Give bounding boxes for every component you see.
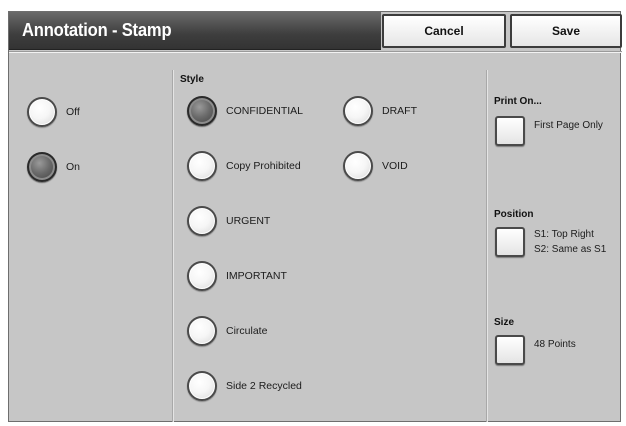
print-on-button[interactable] (495, 116, 525, 146)
style-heading: Style (180, 74, 204, 85)
save-button[interactable]: Save (510, 14, 622, 48)
style-option-copy-prohibited[interactable]: Copy Prohibited (187, 151, 301, 181)
title-bar: Annotation - Stamp (9, 12, 381, 50)
style-option-void-indicator (343, 151, 373, 181)
radio-off[interactable]: Off (27, 97, 80, 127)
position-value-line-2: S2: Same as S1 (534, 244, 607, 255)
radio-off-indicator (27, 97, 57, 127)
style-option-urgent[interactable]: URGENT (187, 206, 270, 236)
style-option-urgent-label: URGENT (226, 215, 271, 227)
style-option-copy-prohibited-label: Copy Prohibited (226, 160, 301, 172)
size-heading: Size (494, 317, 515, 328)
style-option-circulate-indicator (187, 316, 217, 346)
radio-on-label: On (66, 161, 81, 173)
annotation-stamp-dialog: Annotation - Stamp Cancel Save Off On St… (8, 11, 622, 422)
style-option-void-label: VOID (382, 160, 408, 172)
style-option-circulate-label: Circulate (226, 325, 268, 337)
style-option-draft-label: DRAFT (382, 105, 417, 117)
print-on-heading: Print On... (494, 96, 542, 107)
page-title: Annotation - Stamp (22, 20, 172, 40)
style-option-copy-prohibited-indicator (187, 151, 217, 181)
style-option-side-2-recycled[interactable]: Side 2 Recycled (187, 371, 302, 401)
style-option-draft[interactable]: DRAFT (343, 96, 417, 126)
print-on-value: First Page Only (534, 120, 603, 131)
position-button[interactable] (495, 227, 525, 257)
style-option-side-2-recycled-indicator (187, 371, 217, 401)
column-divider (486, 70, 488, 422)
radio-on-indicator (27, 152, 57, 182)
radio-off-label: Off (66, 106, 80, 118)
style-option-confidential[interactable]: CONFIDENTIAL (187, 96, 303, 126)
style-option-confidential-label: CONFIDENTIAL (226, 105, 304, 117)
radio-on[interactable]: On (27, 152, 80, 182)
position-value-line-1: S1: Top Right (534, 229, 594, 240)
style-option-draft-indicator (343, 96, 373, 126)
style-option-circulate[interactable]: Circulate (187, 316, 267, 346)
position-heading: Position (494, 209, 534, 220)
style-option-void[interactable]: VOID (343, 151, 408, 181)
style-option-important[interactable]: IMPORTANT (187, 261, 287, 291)
header-divider (9, 51, 622, 53)
cancel-button[interactable]: Cancel (382, 14, 506, 48)
column-divider (172, 70, 174, 422)
size-button[interactable] (495, 335, 525, 365)
style-option-side-2-recycled-label: Side 2 Recycled (226, 380, 302, 392)
size-value: 48 Points (534, 339, 576, 350)
style-option-important-indicator (187, 261, 217, 291)
style-option-confidential-indicator (187, 96, 217, 126)
style-option-important-label: IMPORTANT (226, 270, 287, 282)
style-option-urgent-indicator (187, 206, 217, 236)
